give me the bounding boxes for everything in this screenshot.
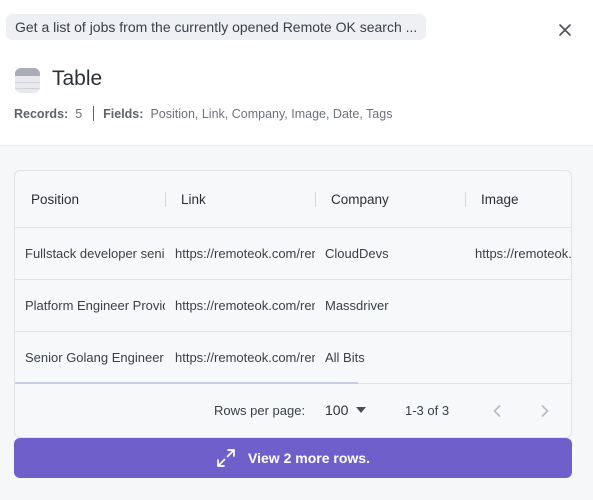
column-divider[interactable]	[465, 192, 466, 207]
cell-position: Senior Golang Engineer	[25, 350, 164, 365]
close-icon	[559, 24, 571, 36]
view-more-rows-button[interactable]: View 2 more rows.	[14, 438, 572, 478]
chevron-right-icon	[541, 405, 549, 417]
rows-per-page-select[interactable]: 100	[325, 402, 367, 418]
step-description: Get a list of jobs from the currently op…	[6, 14, 427, 40]
column-header-image[interactable]: Image	[481, 171, 519, 228]
fields-value: Position, Link, Company, Image, Date, Ta…	[150, 106, 393, 121]
column-header-company[interactable]: Company	[331, 171, 389, 228]
next-page-button[interactable]	[533, 399, 557, 423]
column-divider[interactable]	[165, 192, 166, 207]
pagination-range: 1-3 of 3	[405, 403, 450, 418]
column-header-link[interactable]: Link	[181, 171, 206, 228]
cell-image	[475, 332, 571, 384]
cell-position: Platform Engineer Provider	[25, 298, 165, 313]
column-divider[interactable]	[315, 192, 316, 207]
chevron-left-icon	[493, 405, 501, 417]
cell-company: Massdriver	[325, 298, 389, 313]
cell-link: https://remoteok.com/remote-jobs	[175, 350, 315, 365]
cell-image: https://remoteok.com	[475, 246, 572, 261]
records-value: 5	[75, 106, 83, 121]
header-panel: Get a list of jobs from the currently op…	[0, 0, 593, 146]
cell-link: https://remoteok.com/remote-jobs	[175, 298, 315, 313]
fields-label: Fields:	[103, 106, 144, 121]
records-label: Records:	[14, 106, 69, 121]
table-header: Position Link Company Image	[15, 171, 571, 228]
data-table: Position Link Company Image Fullstack de…	[14, 170, 572, 438]
table-row: Fullstack developer senior https://remot…	[15, 228, 572, 280]
expand-icon	[217, 449, 235, 467]
cell-company: All Bits	[325, 350, 365, 365]
previous-page-button[interactable]	[485, 399, 509, 423]
cell-image	[475, 280, 571, 332]
column-header-position[interactable]: Position	[31, 171, 79, 228]
cell-link: https://remoteok.com/remote-jobs	[175, 246, 315, 261]
cell-company: CloudDevs	[325, 246, 389, 261]
rows-per-page-label: Rows per page:	[214, 403, 306, 418]
table-meta: Records: 5 Fields: Position, Link, Compa…	[14, 106, 392, 121]
view-more-rows-label: View 2 more rows.	[248, 450, 370, 466]
table-pagination: Rows per page: 100 1-3 of 3	[15, 384, 571, 437]
table-icon	[15, 68, 40, 93]
caret-down-icon	[356, 407, 367, 413]
close-button[interactable]	[555, 20, 575, 40]
page-title: Table	[52, 67, 103, 90]
meta-divider	[93, 106, 95, 121]
table-row: Senior Golang Engineer https://remoteok.…	[15, 332, 571, 384]
table-row: Platform Engineer Provider https://remot…	[15, 280, 571, 332]
cell-position: Fullstack developer senior	[25, 246, 165, 261]
rows-per-page-value: 100	[325, 402, 349, 418]
